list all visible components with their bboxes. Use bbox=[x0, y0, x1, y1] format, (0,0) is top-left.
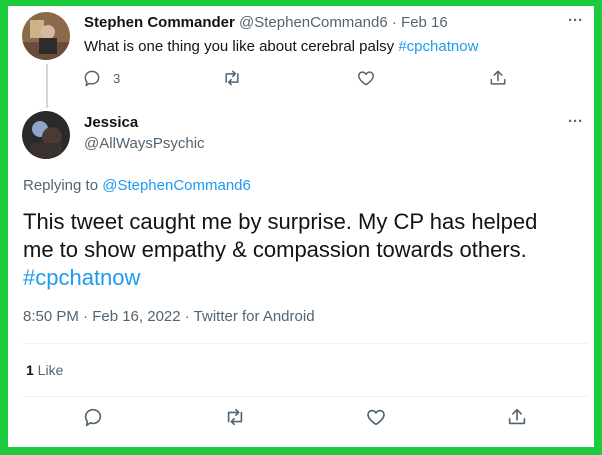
reply-count: 3 bbox=[113, 71, 121, 86]
reply-tweet-text: This tweet caught me by surprise. My CP … bbox=[23, 208, 537, 292]
like-stats[interactable]: 1 Like bbox=[26, 362, 63, 378]
reply-icon[interactable] bbox=[82, 68, 102, 88]
thread-connector bbox=[46, 64, 48, 108]
avatar-jessica[interactable] bbox=[22, 111, 70, 159]
divider bbox=[22, 343, 588, 344]
tweet-card: Stephen Commander @StephenCommand6 · Feb… bbox=[8, 6, 594, 447]
like-icon[interactable] bbox=[356, 68, 376, 88]
author-name[interactable]: Stephen Commander bbox=[84, 14, 235, 31]
author-handle[interactable]: @StephenCommand6 bbox=[239, 14, 388, 31]
avatar-stephen[interactable] bbox=[22, 12, 70, 60]
like-label: Like bbox=[33, 362, 64, 378]
share-icon[interactable] bbox=[506, 406, 528, 428]
tweet-timestamp[interactable]: 8:50 PM · Feb 16, 2022 · Twitter for And… bbox=[23, 308, 315, 325]
reply-author-name[interactable]: Jessica bbox=[84, 114, 138, 131]
like-icon[interactable] bbox=[365, 406, 387, 428]
retweet-icon[interactable] bbox=[224, 406, 246, 428]
reply-hashtag-link[interactable]: #cpchatnow bbox=[23, 264, 537, 292]
reply-text-line-1: This tweet caught me by surprise. My CP … bbox=[23, 209, 538, 234]
parent-tweet-header: Stephen Commander @StephenCommand6 · Feb… bbox=[84, 14, 448, 31]
share-icon[interactable] bbox=[488, 68, 508, 88]
replying-to: Replying to @StephenCommand6 bbox=[23, 177, 251, 194]
replying-to-handle[interactable]: @StephenCommand6 bbox=[102, 177, 251, 194]
like-count: 1 bbox=[26, 362, 34, 378]
tweet-date[interactable]: Feb 16 bbox=[401, 14, 448, 31]
reply-icon[interactable] bbox=[82, 406, 104, 428]
reply-author-handle[interactable]: @AllWaysPsychic bbox=[84, 135, 205, 152]
hashtag-link[interactable]: #cpchatnow bbox=[398, 38, 478, 55]
more-icon[interactable]: ··· bbox=[568, 113, 583, 130]
reply-text-line-2: me to show empathy & compassion towards … bbox=[23, 237, 527, 262]
parent-text: What is one thing you like about cerebra… bbox=[84, 38, 399, 55]
retweet-icon[interactable] bbox=[222, 68, 242, 88]
replying-to-label: Replying to bbox=[23, 177, 103, 194]
divider bbox=[22, 396, 588, 397]
parent-tweet-text: What is one thing you like about cerebra… bbox=[84, 38, 478, 55]
separator: · bbox=[391, 14, 397, 31]
more-icon[interactable]: ··· bbox=[568, 12, 583, 29]
